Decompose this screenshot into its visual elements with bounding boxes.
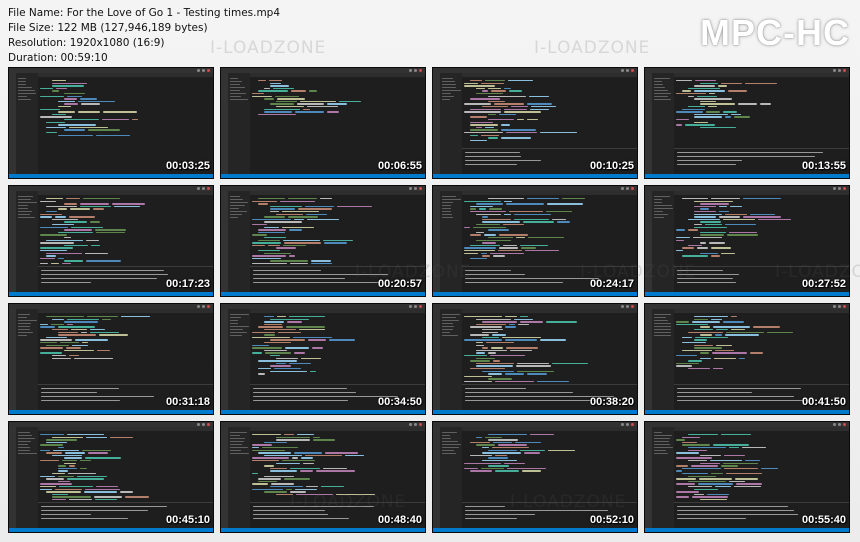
status-bar	[221, 174, 425, 178]
status-bar	[9, 528, 213, 532]
video-thumbnail[interactable]: 00:38:20	[432, 303, 638, 415]
video-thumbnail[interactable]: 00:48:40	[220, 421, 426, 533]
status-bar	[9, 292, 213, 296]
thumbnail-timestamp: 00:41:50	[801, 396, 846, 408]
editor-tabs	[38, 191, 213, 195]
activity-bar	[645, 309, 652, 410]
editor-tabs	[674, 427, 849, 431]
activity-bar	[645, 427, 652, 528]
thumbnail-timestamp: 00:03:25	[165, 160, 210, 172]
status-bar	[433, 174, 637, 178]
status-bar	[9, 174, 213, 178]
thumbnail-timestamp: 00:10:25	[589, 160, 634, 172]
editor-tabs	[250, 73, 425, 77]
thumbnail-timestamp: 00:34:50	[377, 396, 422, 408]
video-thumbnail[interactable]: 00:41:50	[644, 303, 850, 415]
file-explorer	[440, 309, 462, 410]
watermark: I-LOADZONE	[210, 38, 327, 58]
file-explorer	[16, 191, 38, 292]
thumbnail-timestamp: 00:52:10	[589, 514, 634, 526]
editor-tabs	[38, 309, 213, 313]
file-explorer	[652, 427, 674, 528]
status-bar	[645, 174, 849, 178]
video-thumbnail[interactable]: 00:10:25	[432, 67, 638, 179]
code-editor	[252, 80, 422, 170]
activity-bar	[9, 73, 16, 174]
activity-bar	[221, 427, 228, 528]
editor-tabs	[462, 191, 637, 195]
file-explorer	[228, 73, 250, 174]
watermark: I-LOADZONE	[355, 262, 472, 282]
file-explorer	[16, 73, 38, 174]
editor-tabs	[674, 73, 849, 77]
activity-bar	[9, 309, 16, 410]
editor-tabs	[462, 73, 637, 77]
status-bar	[645, 292, 849, 296]
status-bar	[433, 410, 637, 414]
activity-bar	[9, 427, 16, 528]
editor-tabs	[250, 309, 425, 313]
watermark: I-LOADZONE	[290, 492, 407, 512]
mpc-hc-logo: MPC-HC	[700, 12, 850, 53]
editor-tabs	[38, 427, 213, 431]
file-explorer	[440, 73, 462, 174]
video-thumbnail[interactable]: 00:06:55	[220, 67, 426, 179]
activity-bar	[433, 427, 440, 528]
file-explorer	[228, 191, 250, 292]
video-thumbnail[interactable]: 00:31:18	[8, 303, 214, 415]
editor-tabs	[250, 427, 425, 431]
status-bar	[221, 528, 425, 532]
video-thumbnail[interactable]: 00:45:10	[8, 421, 214, 533]
file-explorer	[16, 309, 38, 410]
editor-tabs	[674, 191, 849, 195]
activity-bar	[221, 191, 228, 292]
activity-bar	[9, 191, 16, 292]
watermark: I-LOADZONE	[580, 262, 697, 282]
editor-tabs	[462, 427, 637, 431]
video-thumbnail[interactable]: 00:52:10	[432, 421, 638, 533]
watermark: I-LOADZONE	[775, 262, 860, 282]
activity-bar	[433, 73, 440, 174]
editor-tabs	[462, 309, 637, 313]
editor-tabs	[674, 309, 849, 313]
file-name: File Name: For the Love of Go 1 - Testin…	[8, 7, 281, 19]
video-thumbnail[interactable]: 00:13:55	[644, 67, 850, 179]
file-explorer	[16, 427, 38, 528]
status-bar	[433, 292, 637, 296]
file-explorer	[228, 427, 250, 528]
video-thumbnail[interactable]: 00:17:23	[8, 185, 214, 297]
thumbnail-timestamp: 00:48:40	[377, 514, 422, 526]
thumbnail-timestamp: 00:45:10	[165, 514, 210, 526]
file-explorer	[652, 309, 674, 410]
activity-bar	[221, 309, 228, 410]
thumbnail-timestamp: 00:55:40	[801, 514, 846, 526]
status-bar	[645, 528, 849, 532]
thumbnail-timestamp: 00:06:55	[377, 160, 422, 172]
activity-bar	[433, 309, 440, 410]
status-bar	[9, 410, 213, 414]
editor-tabs	[250, 191, 425, 195]
file-explorer	[652, 73, 674, 174]
thumbnail-timestamp: 00:17:23	[165, 278, 210, 290]
file-size: File Size: 122 MB (127,946,189 bytes)	[8, 22, 208, 34]
watermark: I-LOADZONE	[510, 492, 627, 512]
thumbnail-timestamp: 00:13:55	[801, 160, 846, 172]
file-explorer	[440, 427, 462, 528]
activity-bar	[221, 73, 228, 174]
thumbnail-timestamp: 00:38:20	[589, 396, 634, 408]
status-bar	[433, 528, 637, 532]
video-thumbnail[interactable]: 00:55:40	[644, 421, 850, 533]
thumbnail-timestamp: 00:31:18	[165, 396, 210, 408]
watermark: I-LOADZONE	[534, 38, 651, 58]
status-bar	[221, 292, 425, 296]
status-bar	[645, 410, 849, 414]
activity-bar	[645, 73, 652, 174]
file-explorer	[228, 309, 250, 410]
status-bar	[221, 410, 425, 414]
code-editor	[40, 80, 210, 170]
video-thumbnail[interactable]: 00:34:50	[220, 303, 426, 415]
editor-tabs	[38, 73, 213, 77]
video-thumbnail[interactable]: 00:03:25	[8, 67, 214, 179]
